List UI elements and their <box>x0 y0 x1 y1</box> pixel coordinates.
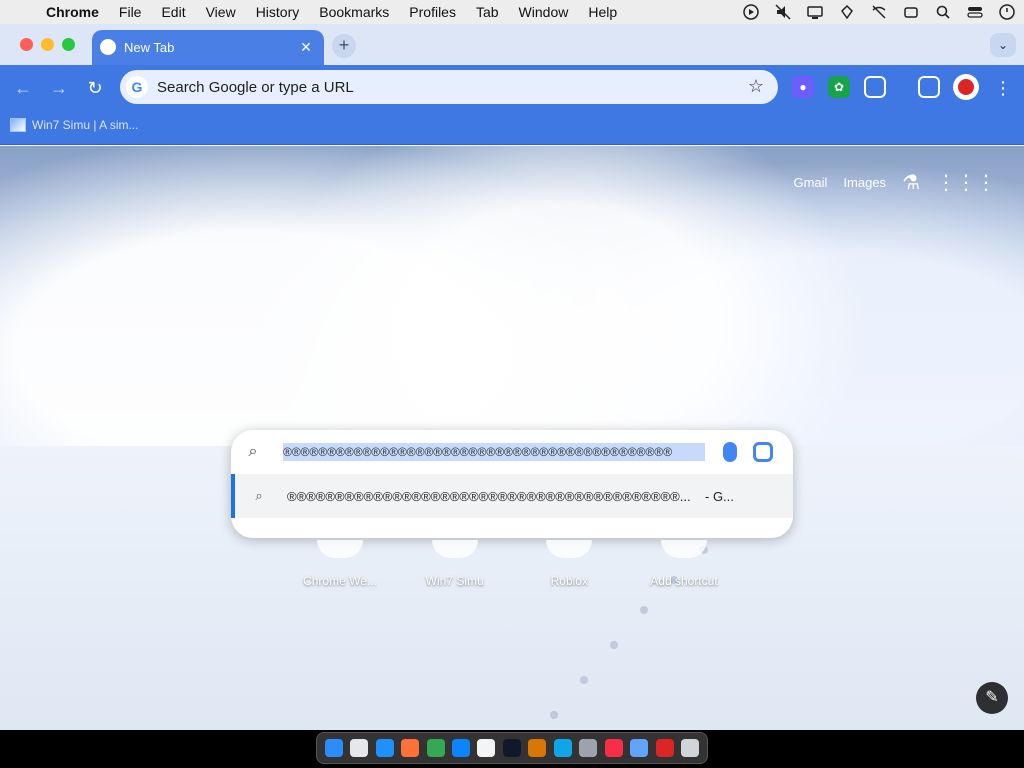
close-window-button[interactable] <box>20 38 33 51</box>
bookmark-win7-simu[interactable]: Win7 Simu | A sim... <box>10 118 138 132</box>
google-logo: Google <box>348 274 677 374</box>
new-tab-button[interactable]: + <box>332 34 356 58</box>
google-lens-icon[interactable] <box>753 442 773 462</box>
side-panel-icon[interactable] <box>918 76 940 98</box>
tab-close-icon[interactable]: ✕ <box>298 39 314 55</box>
search-icon: ⌕ <box>248 443 258 460</box>
vpn-icon[interactable] <box>838 3 856 21</box>
images-link[interactable]: Images <box>843 175 886 190</box>
shortcut-win7-simu[interactable]: Win7 Simu <box>399 540 511 588</box>
back-button[interactable]: ← <box>10 75 36 101</box>
voice-search-icon[interactable] <box>723 442 737 462</box>
display-icon[interactable] <box>806 3 824 21</box>
suggestion-row[interactable]: ⌕ ®®®®®®®®®®®®®®®®®®®®®®®®®®®®®®®®®®®®®®… <box>231 474 793 518</box>
omnibox-placeholder[interactable]: Search Google or type a URL <box>157 79 354 96</box>
extension-green-icon[interactable]: ✿ <box>828 76 850 98</box>
trash-icon[interactable] <box>681 739 700 757</box>
bookmark-label: Win7 Simu | A sim... <box>32 118 139 132</box>
chrome-web-store-icon <box>317 540 363 558</box>
reload-button[interactable]: ↻ <box>82 75 108 101</box>
macos-dock <box>316 732 708 764</box>
menu-help[interactable]: Help <box>578 4 627 20</box>
ntp-top-links: Gmail Images ⚗ ⋮⋮⋮ <box>793 170 996 195</box>
bookmarks-bar: Win7 Simu | A sim... <box>0 111 1024 145</box>
add-icon <box>660 540 707 558</box>
suggestion-selected-indicator <box>231 474 235 518</box>
files-icon[interactable] <box>579 739 598 757</box>
search-input[interactable]: ®®®®®®®®®®®®®®®®®®®®®®®®®®®®®®®®®®®®®®®®… <box>283 443 705 461</box>
bookmark-star-icon[interactable]: ☆ <box>748 76 764 97</box>
clock-icon[interactable] <box>998 3 1016 21</box>
menu-view[interactable]: View <box>196 4 246 20</box>
apps-grid-icon[interactable]: ⋮⋮⋮ <box>936 170 996 195</box>
tab-search-button[interactable]: ⌄ <box>990 33 1016 57</box>
shortcut-chrome-web-store[interactable]: Chrome We... <box>284 540 396 588</box>
chrome-favicon-icon <box>100 39 116 55</box>
menu-tab[interactable]: Tab <box>466 4 509 20</box>
profile-avatar[interactable] <box>953 74 979 100</box>
suggestion-search-icon: ⌕ <box>255 488 263 503</box>
textedit-icon[interactable] <box>477 739 496 757</box>
pen-icon[interactable] <box>528 739 547 757</box>
photo-booth-icon[interactable] <box>655 739 674 757</box>
new-tab-page: Gmail Images ⚗ ⋮⋮⋮ Google ⌕ ®®®®®®®®®®®®… <box>0 146 1024 730</box>
preview-icon[interactable] <box>630 739 649 757</box>
tab-strip: New Tab ✕ + ⌄ <box>0 24 1024 65</box>
forward-button[interactable]: → <box>46 75 72 101</box>
music-icon[interactable] <box>604 739 623 757</box>
launchpad-icon[interactable] <box>350 739 369 757</box>
window-controls <box>20 38 75 51</box>
chrome-icon[interactable] <box>426 739 445 757</box>
browser-toolbar: ← → ↻ G Search Google or type a URL ☆ ● … <box>0 65 1024 111</box>
menu-bookmarks[interactable]: Bookmarks <box>309 4 399 20</box>
mute-icon[interactable] <box>774 3 792 21</box>
wifi-off-icon[interactable] <box>870 3 888 21</box>
menu-file[interactable]: File <box>109 4 152 20</box>
mac-menubar: Chrome File Edit View History Bookmarks … <box>0 0 1024 24</box>
suggestion-text: ®®®®®®®®®®®®®®®®®®®®®®®®®®®®®®®®®®®®®®®®… <box>287 488 691 504</box>
shortcut-label: Win7 Simu <box>425 574 484 588</box>
menu-window[interactable]: Window <box>509 4 579 20</box>
app-store-icon[interactable] <box>451 739 470 757</box>
flask-icon[interactable]: ⚗ <box>902 170 920 195</box>
finder-icon[interactable] <box>324 739 343 757</box>
safari-icon[interactable] <box>375 739 394 757</box>
extension-purple-icon[interactable]: ● <box>792 76 814 98</box>
minimize-window-button[interactable] <box>41 38 54 51</box>
terminal-icon[interactable] <box>502 739 521 757</box>
ntp-search-box[interactable]: ⌕ ®®®®®®®®®®®®®®®®®®®®®®®®®®®®®®®®®®®®®®… <box>231 430 793 538</box>
search-row: ⌕ ®®®®®®®®®®®®®®®®®®®®®®®®®®®®®®®®®®®®®®… <box>231 430 793 474</box>
win7-simu-icon <box>431 540 478 558</box>
customize-chrome-button[interactable]: ✎ <box>976 682 1008 714</box>
omnibox[interactable]: G Search Google or type a URL ☆ <box>120 70 778 104</box>
vscode-icon[interactable] <box>553 739 572 757</box>
win7-favicon-icon <box>10 118 26 132</box>
firefox-icon[interactable] <box>401 739 420 757</box>
tab-title: New Tab <box>124 40 175 55</box>
google-g-icon: G <box>126 76 148 98</box>
tab-new-tab[interactable]: New Tab ✕ <box>92 30 324 65</box>
shortcut-add[interactable]: Add shortcut <box>628 540 740 588</box>
play-icon[interactable] <box>742 3 760 21</box>
menu-profiles[interactable]: Profiles <box>399 4 466 20</box>
shortcut-roblox[interactable]: Roblox <box>513 540 625 588</box>
shortcuts-grid: Chrome We... Win7 Simu Roblox Add shortc… <box>284 540 740 588</box>
spotlight-icon[interactable] <box>934 3 952 21</box>
zoom-window-button[interactable] <box>62 38 75 51</box>
extensions-puzzle-icon[interactable] <box>864 76 886 98</box>
gmail-link[interactable]: Gmail <box>793 175 827 190</box>
shortcut-label: Add shortcut <box>650 574 718 588</box>
roblox-icon <box>546 540 593 558</box>
shortcut-label: Chrome We... <box>303 574 377 588</box>
menu-chrome[interactable]: Chrome <box>36 4 109 20</box>
menu-history[interactable]: History <box>246 4 310 20</box>
menu-edit[interactable]: Edit <box>151 4 195 20</box>
control-center-icon[interactable] <box>966 3 984 21</box>
chrome-window: New Tab ✕ + ⌄ ← → ↻ G Search Google or t… <box>0 24 1024 730</box>
window-switch-icon[interactable] <box>902 3 920 21</box>
shortcut-label: Roblox <box>550 574 588 588</box>
suggestion-suffix: - G... <box>705 488 734 504</box>
chrome-menu-icon[interactable]: ⋮ <box>990 75 1016 101</box>
